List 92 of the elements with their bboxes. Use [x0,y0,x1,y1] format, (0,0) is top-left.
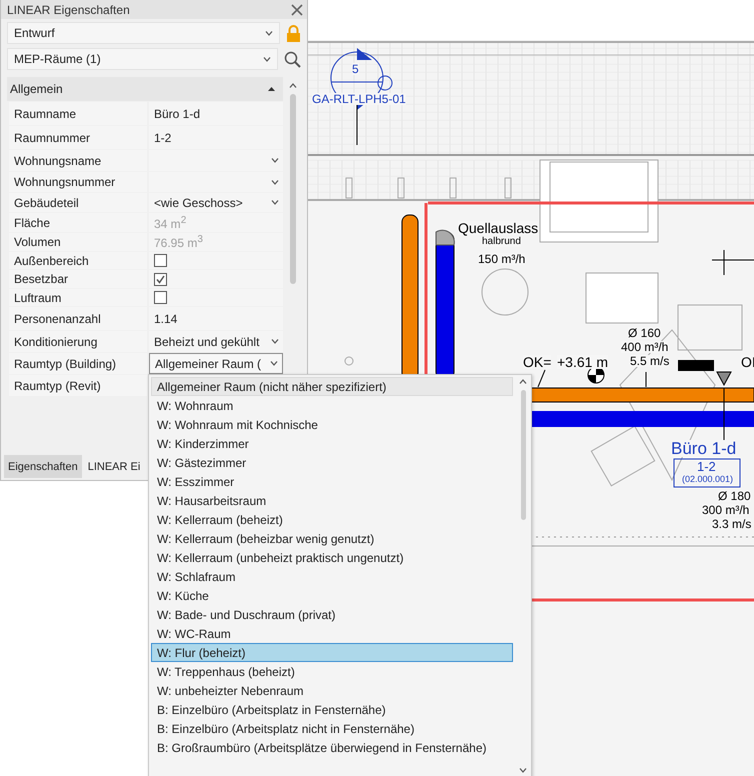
chevron-down-icon [271,158,279,163]
property-value: 34 m$^{2}$ [149,213,283,232]
property-label: Konditionierung [9,331,147,352]
room-tag-frame [674,458,740,488]
round-table [482,268,528,316]
dropdown-option[interactable]: W: Kinderzimmer [151,434,513,453]
drawing-label: 400 m³/h [621,341,668,353]
drawing-label: 300 m³/h [702,504,750,516]
dropdown-option[interactable]: W: Kellerraum (beheizbar wenig genutzt) [151,529,513,548]
drawing-label: Büro 1-d [671,440,736,457]
drawing-label: OK= [523,355,552,369]
drawing-label: Quellauslass [458,221,538,235]
dropdown-option[interactable]: W: Kellerraum (unbeheizt praktisch ungenutzt) [151,548,513,567]
drawing-label: 5 [352,63,359,75]
chevron-up-icon [289,83,297,88]
panel-title: LINEAR Eigenschaften [7,2,130,16]
drawing-label: (02.000.001) [682,475,734,484]
chevron-down-icon [263,56,271,62]
chair [590,426,656,486]
dropdown-option[interactable]: W: Küche [151,586,513,605]
triangle-icon [716,372,732,386]
property-label: Außenbereich [9,252,147,269]
section-header[interactable]: Allgemein [7,77,283,101]
drawing-label: +3.61 m [557,355,608,369]
property-label: Wohnungsname [9,150,147,171]
property-value[interactable]: <wie Geschoss> [149,193,283,212]
dropdown-option[interactable]: W: Flur (beheizt) [151,643,513,662]
type-select[interactable]: MEP-Räume (1) [7,48,278,70]
drawing-label: Ø 160 [628,327,661,339]
panel-tab[interactable]: Eigenschaften [4,455,82,478]
device-label-block [678,360,714,371]
drawing-label: 1-2 [697,460,716,473]
dropdown-option[interactable]: W: Treppenhaus (beheizt) [151,662,513,681]
checkbox[interactable] [154,291,167,304]
drawing-label: 3.3 m/s [712,518,752,530]
dropdown-option[interactable]: W: Bade- und Duschraum (privat) [151,605,513,624]
property-value[interactable] [149,270,283,288]
dropdown-option[interactable]: W: Schlafraum [151,567,513,586]
dropdown-option[interactable]: W: Kellerraum (beheizt) [151,510,513,529]
dropdown-option[interactable]: W: Esszimmer [151,472,513,491]
checkbox[interactable] [154,254,167,267]
property-label: Raumtyp (Revit) [9,375,147,396]
dropdown-option[interactable]: W: Wohnraum [151,396,513,415]
dropdown-option[interactable]: B: Einzelbüro (Arbeitsplatz nicht in Fensternähe) [151,719,513,738]
property-value[interactable]: Allgemeiner Raum ( [149,353,283,374]
chevron-down-icon [519,768,527,773]
drawing-label: halbrund [482,237,521,247]
dropdown-option[interactable]: B: Einzelbüro (Arbeitsplatz in Fensternähe) [151,700,513,719]
chevron-down-icon [265,30,273,36]
dropdown-option[interactable]: Allgemeiner Raum (nicht näher spezifiziert) [151,377,513,396]
close-button[interactable] [291,4,303,16]
crosshair-icon [712,250,754,276]
dropdown-option[interactable]: B: Großraumbüro (Arbeitsplätze überwiegend in Fensternähe) [151,738,513,757]
property-value: 76.95 m$^{3}$ [149,233,283,251]
property-label: Fläche [9,213,147,232]
property-value[interactable] [149,252,283,269]
property-value[interactable]: Büro 1-d [149,102,283,125]
chevron-up-icon [519,379,527,384]
property-value[interactable]: 1.14 [149,307,283,330]
leader-line [538,370,546,388]
dropdown-option[interactable]: W: unbeheizter Nebenraum [151,681,513,700]
dropdown-option[interactable]: W: WC-Raum [151,624,513,643]
property-label: Raumtyp (Building) [9,353,147,374]
chair [678,304,742,350]
property-label: Raumname [9,102,147,125]
chevron-down-icon [271,200,279,205]
collapse-icon[interactable] [268,87,275,91]
drawing-label: 150 m³/h [478,253,526,265]
chevron-down-icon [271,180,279,184]
chevron-down-icon [271,339,279,344]
search-icon[interactable] [284,50,301,68]
property-label: Besetzbar [9,270,147,288]
property-label: Gebäudeteil [9,193,147,212]
checkbox[interactable] [154,272,167,286]
chevron-down-icon [270,361,278,366]
drawing-label: Ø 180 [718,490,751,502]
property-value[interactable]: 1-2 [149,126,283,149]
property-label: Luftraum [9,289,147,306]
property-label: Volumen [9,233,147,251]
drawing-label: 5.5 m/s [630,355,670,367]
dropdown-option[interactable]: W: Gästezimmer [151,453,513,472]
property-label: Raumnummer [9,126,147,149]
property-value[interactable]: Beheizt und gekühlt [149,331,283,352]
dropdown-option[interactable]: W: Hausarbeitsraum [151,491,513,510]
drawing-label: GA-RLT-LPH5-01 [312,93,406,105]
dropdown-option[interactable]: W: Wohnraum mit Kochnische [151,415,513,434]
type-select[interactable]: Entwurf [7,22,280,44]
panel-tab[interactable]: LINEAR Ei [84,455,144,478]
property-label: Personenanzahl [9,307,147,330]
node-icon [344,356,354,366]
property-label: Wohnungsnummer [9,172,147,192]
property-value[interactable] [149,289,283,306]
